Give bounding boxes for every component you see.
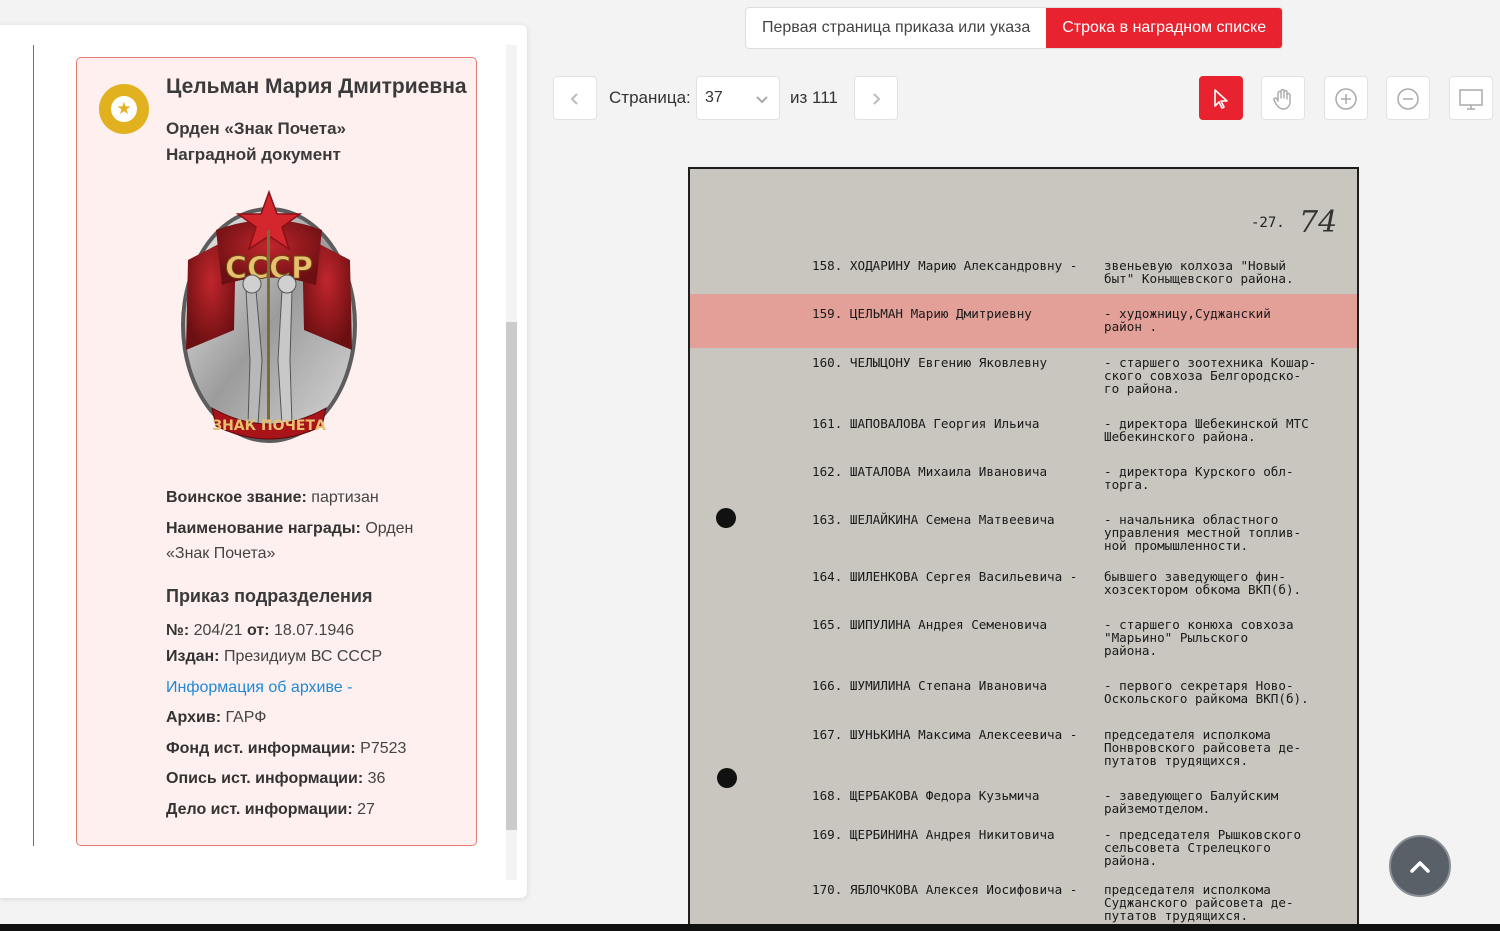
opis-row: Опись ист. информации: 36 bbox=[166, 766, 385, 791]
number-label: №: bbox=[166, 622, 190, 639]
award-name-value: Орден bbox=[360, 520, 414, 537]
opis-value: 36 bbox=[363, 770, 386, 787]
award-name-label: Наименование награды: bbox=[166, 520, 361, 537]
delo-row: Дело ист. информации: 27 bbox=[166, 797, 375, 822]
zoom-out-icon bbox=[1396, 87, 1420, 110]
zoom-in-button[interactable] bbox=[1324, 76, 1368, 120]
archive-row: Архив: ГАРФ bbox=[166, 705, 266, 730]
medal-category-icon: ★ bbox=[99, 84, 149, 134]
chevron-right-icon bbox=[869, 87, 883, 109]
order-badge-image: СССР ЗНАК ПОЧЕТА bbox=[181, 190, 357, 443]
page-select[interactable]: 37 bbox=[696, 76, 780, 120]
archive-value: ГАРФ bbox=[221, 709, 267, 726]
panel-scrollbar-thumb[interactable] bbox=[506, 322, 517, 830]
tab-first-page[interactable]: Первая страница приказа или указа bbox=[746, 8, 1046, 48]
chevron-up-icon bbox=[1408, 850, 1432, 880]
award-name-value-cont: «Знак Почета» bbox=[166, 545, 276, 562]
page-select-value: 37 bbox=[705, 89, 723, 106]
view-tabs: Первая страница приказа или указа Строка… bbox=[745, 7, 1284, 49]
delo-label: Дело ист. информации: bbox=[166, 801, 353, 818]
archive-label: Архив: bbox=[166, 709, 222, 726]
scroll-to-top-button[interactable] bbox=[1389, 835, 1451, 897]
page-total: из 111 bbox=[790, 88, 838, 107]
issued-value: Президиум ВС СССР bbox=[219, 648, 383, 665]
award-name-row: Наименование награды: Орден bbox=[166, 516, 413, 541]
next-page-button[interactable] bbox=[854, 76, 898, 120]
order-number-row: №: 204/21 от: 18.07.1946 bbox=[166, 618, 354, 643]
rank-value: партизан bbox=[306, 489, 379, 506]
award-title: Орден «Знак Почета» Наградной документ bbox=[166, 116, 346, 168]
rank-row: Воинское звание: партизан bbox=[166, 485, 379, 510]
hand-pan-icon bbox=[1271, 87, 1295, 110]
zoom-out-button[interactable] bbox=[1386, 76, 1430, 120]
delo-value: 27 bbox=[352, 801, 375, 818]
chevron-down-icon bbox=[755, 77, 769, 119]
chevron-left-icon bbox=[568, 87, 582, 109]
zoom-in-icon bbox=[1334, 87, 1358, 110]
fullscreen-button[interactable] bbox=[1449, 76, 1493, 120]
archive-info-link[interactable]: Информация об архиве - bbox=[166, 675, 352, 700]
tab-award-row[interactable]: Строка в наградном списке bbox=[1046, 8, 1283, 48]
monitor-icon bbox=[1458, 87, 1484, 110]
punch-hole bbox=[716, 508, 736, 528]
fond-row: Фонд ист. информации: Р7523 bbox=[166, 736, 406, 761]
rank-label: Воинское звание: bbox=[166, 489, 307, 506]
svg-text:ЗНАК ПОЧЕТА: ЗНАК ПОЧЕТА bbox=[212, 418, 326, 434]
fond-value: Р7523 bbox=[355, 740, 407, 757]
award-name-heading: Орден «Знак Почета» bbox=[166, 119, 346, 138]
award-name-row-cont: «Знак Почета» bbox=[166, 541, 275, 566]
fond-label: Фонд ист. информации: bbox=[166, 740, 356, 757]
pan-tool-button[interactable] bbox=[1261, 76, 1305, 120]
prev-page-button[interactable] bbox=[553, 76, 597, 120]
pointer-tool-button[interactable] bbox=[1199, 76, 1243, 120]
bottom-edge-bar bbox=[0, 924, 1500, 931]
person-name: Цельман Мария Дмитриевна bbox=[166, 75, 467, 98]
document-scan-viewer[interactable]: -27. 74 158. ХОДАРИНУ Марию Александровн… bbox=[688, 167, 1359, 931]
timeline-line bbox=[33, 45, 34, 846]
punch-hole bbox=[717, 768, 737, 788]
number-value: 204/21 bbox=[189, 622, 247, 639]
page-label: Страница: bbox=[609, 88, 691, 107]
document-page-number: -27. bbox=[1251, 215, 1285, 231]
opis-label: Опись ист. информации: bbox=[166, 770, 364, 787]
document-handwritten-number: 74 bbox=[1299, 205, 1338, 240]
date-value: 18.07.1946 bbox=[269, 622, 355, 639]
date-label: от: bbox=[247, 622, 270, 639]
cursor-pointer-icon bbox=[1211, 87, 1231, 109]
order-section-title: Приказ подразделения bbox=[166, 586, 373, 606]
issued-label: Издан: bbox=[166, 648, 220, 665]
issued-row: Издан: Президиум ВС СССР bbox=[166, 644, 382, 669]
document-type-heading: Наградной документ bbox=[166, 145, 341, 164]
